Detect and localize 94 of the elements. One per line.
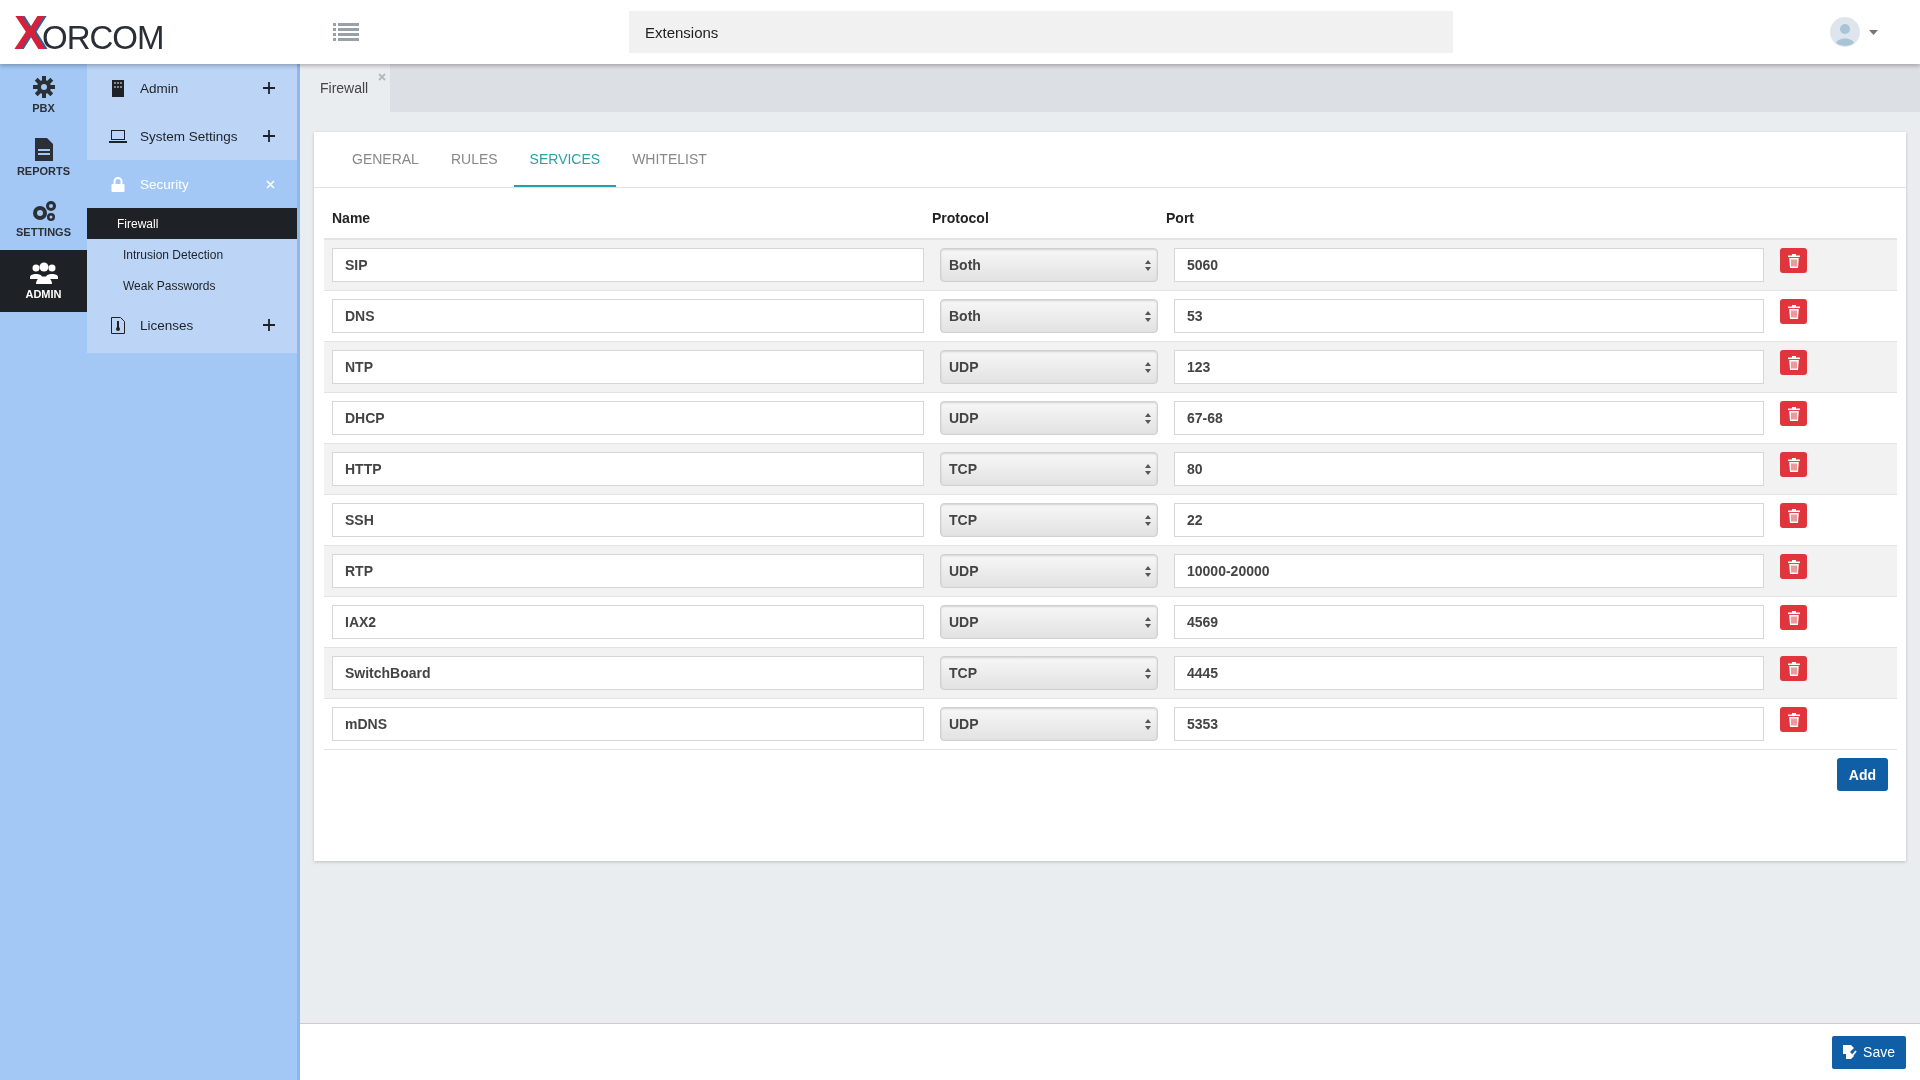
document-icon bbox=[34, 137, 53, 161]
submenu-item[interactable]: Intrusion Detection bbox=[87, 239, 297, 270]
rail-item[interactable]: PBX bbox=[0, 64, 87, 126]
trash-icon bbox=[1787, 355, 1800, 370]
certificate-icon bbox=[109, 316, 127, 334]
updown-icon bbox=[1145, 259, 1151, 271]
delete-button[interactable] bbox=[1780, 401, 1807, 426]
protocol-select[interactable]: Both bbox=[940, 299, 1158, 333]
submenu-item[interactable]: Weak Passwords bbox=[87, 270, 297, 301]
delete-button[interactable] bbox=[1780, 707, 1807, 732]
name-field[interactable]: mDNS bbox=[332, 707, 924, 741]
name-field[interactable]: HTTP bbox=[332, 452, 924, 486]
search-field[interactable]: Extensions bbox=[629, 11, 1453, 53]
name-field[interactable]: NTP bbox=[332, 350, 924, 384]
menu-item[interactable]: Licenses bbox=[87, 301, 297, 349]
plus-icon[interactable] bbox=[263, 319, 275, 331]
delete-button[interactable] bbox=[1780, 554, 1807, 579]
updown-icon bbox=[1145, 514, 1151, 526]
building-icon bbox=[109, 79, 127, 97]
delete-button[interactable] bbox=[1780, 350, 1807, 375]
port-field[interactable]: 22 bbox=[1174, 503, 1764, 537]
name-field[interactable]: DHCP bbox=[332, 401, 924, 435]
trash-icon bbox=[1787, 253, 1800, 268]
name-field[interactable]: SIP bbox=[332, 248, 924, 282]
gears-icon bbox=[30, 200, 57, 222]
tab[interactable]: GENERAL bbox=[336, 132, 435, 187]
column-header: Protocol bbox=[932, 210, 990, 226]
delete-button[interactable] bbox=[1780, 605, 1807, 630]
port-field[interactable]: 67-68 bbox=[1174, 401, 1764, 435]
protocol-select[interactable]: Both bbox=[940, 248, 1158, 282]
plus-icon[interactable] bbox=[263, 130, 275, 142]
caret-icon[interactable] bbox=[1869, 29, 1878, 35]
protocol-select[interactable]: TCP bbox=[940, 656, 1158, 690]
column-header: Port bbox=[1166, 210, 1195, 226]
save-button[interactable]: Save bbox=[1832, 1035, 1906, 1069]
protocol-select[interactable]: UDP bbox=[940, 350, 1158, 384]
name-field[interactable]: DNS bbox=[332, 299, 924, 333]
updown-icon bbox=[1145, 310, 1151, 322]
submenu-item[interactable]: Firewall bbox=[87, 208, 297, 239]
port-field[interactable]: 123 bbox=[1174, 350, 1764, 384]
protocol-select[interactable]: UDP bbox=[940, 554, 1158, 588]
rail-item[interactable]: REPORTS bbox=[0, 126, 87, 188]
menu-item[interactable]: Admin bbox=[87, 64, 297, 112]
protocol-select[interactable]: TCP bbox=[940, 503, 1158, 537]
plus-icon[interactable] bbox=[263, 82, 275, 94]
trash-icon bbox=[1787, 304, 1800, 319]
updown-icon bbox=[1145, 667, 1151, 679]
trash-icon bbox=[1787, 406, 1800, 421]
name-field[interactable]: SwitchBoard bbox=[332, 656, 924, 690]
users-icon bbox=[29, 262, 58, 284]
delete-button[interactable] bbox=[1780, 248, 1807, 273]
updown-icon bbox=[1145, 718, 1151, 730]
page-tab[interactable]: Firewall bbox=[300, 64, 391, 112]
rail-item[interactable]: ADMIN bbox=[0, 250, 87, 312]
updown-icon bbox=[1145, 412, 1151, 424]
port-field[interactable]: 4445 bbox=[1174, 656, 1764, 690]
protocol-select[interactable]: UDP bbox=[940, 605, 1158, 639]
laptop-icon bbox=[109, 129, 127, 143]
updown-icon bbox=[1145, 463, 1151, 475]
port-field[interactable]: 10000-20000 bbox=[1174, 554, 1764, 588]
gear-icon bbox=[32, 76, 55, 98]
port-field[interactable]: 53 bbox=[1174, 299, 1764, 333]
protocol-select[interactable]: UDP bbox=[940, 401, 1158, 435]
port-field[interactable]: 5353 bbox=[1174, 707, 1764, 741]
trash-icon bbox=[1787, 559, 1800, 574]
delete-button[interactable] bbox=[1780, 299, 1807, 324]
save-icon bbox=[1843, 1045, 1858, 1059]
list-icon[interactable] bbox=[333, 22, 359, 42]
updown-icon bbox=[1145, 361, 1151, 373]
rail-item[interactable]: SETTINGS bbox=[0, 188, 87, 250]
updown-icon bbox=[1145, 616, 1151, 628]
name-field[interactable]: RTP bbox=[332, 554, 924, 588]
port-field[interactable]: 80 bbox=[1174, 452, 1764, 486]
name-field[interactable]: SSH bbox=[332, 503, 924, 537]
updown-icon bbox=[1145, 565, 1151, 577]
trash-icon bbox=[1787, 661, 1800, 676]
lock-icon bbox=[109, 176, 127, 192]
menu-item[interactable]: System Settings bbox=[87, 112, 297, 160]
add-button[interactable]: Add bbox=[1836, 758, 1888, 791]
port-field[interactable]: 4569 bbox=[1174, 605, 1764, 639]
tab[interactable]: RULES bbox=[434, 132, 514, 187]
trash-icon bbox=[1787, 712, 1800, 727]
tab[interactable]: WHITELIST bbox=[616, 132, 723, 187]
trash-icon bbox=[1787, 457, 1800, 472]
delete-button[interactable] bbox=[1780, 452, 1807, 477]
delete-button[interactable] bbox=[1780, 503, 1807, 528]
trash-icon bbox=[1787, 610, 1800, 625]
trash-icon bbox=[1787, 508, 1800, 523]
port-field[interactable]: 5060 bbox=[1174, 248, 1764, 282]
protocol-select[interactable]: TCP bbox=[940, 452, 1158, 486]
column-header: Name bbox=[332, 210, 372, 226]
name-field[interactable]: IAX2 bbox=[332, 605, 924, 639]
delete-button[interactable] bbox=[1780, 656, 1807, 681]
protocol-select[interactable]: UDP bbox=[940, 707, 1158, 741]
